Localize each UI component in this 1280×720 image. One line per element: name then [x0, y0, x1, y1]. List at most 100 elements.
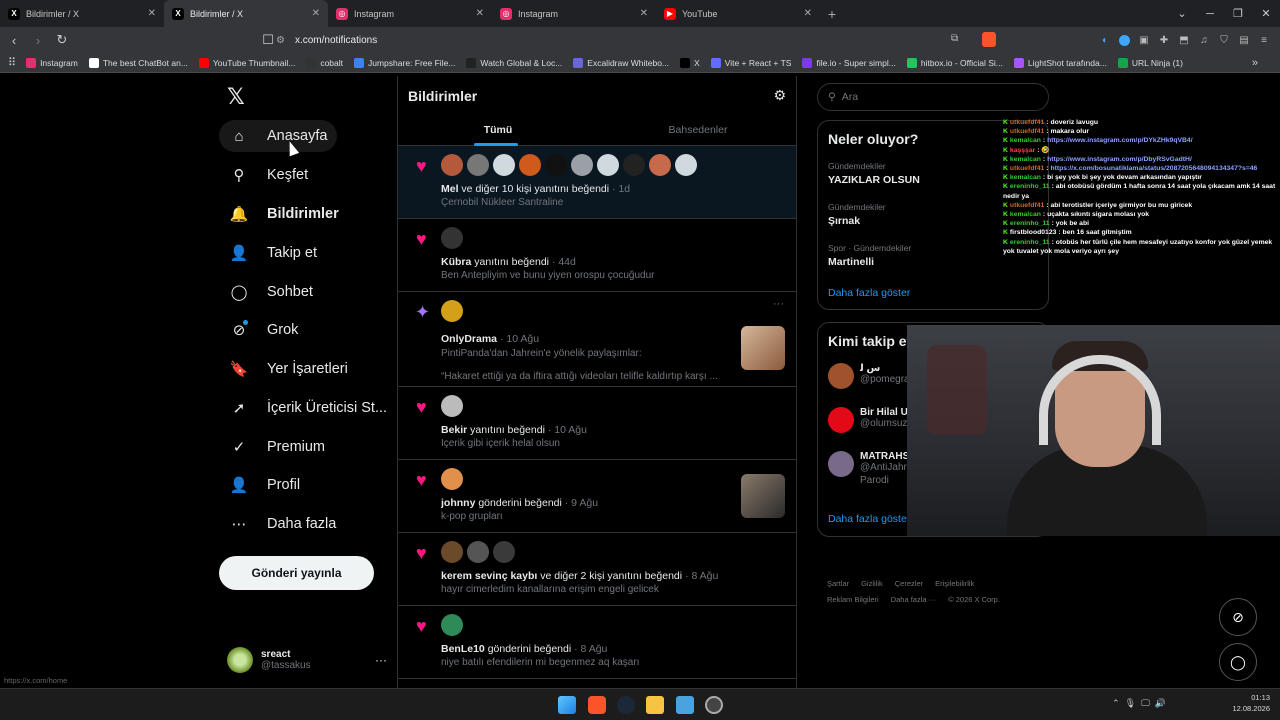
browser-tab[interactable]: ◎ Instagram ✕: [328, 0, 492, 27]
extension-save-icon[interactable]: ⬒: [1176, 32, 1192, 48]
brave-browser-icon[interactable]: [588, 696, 606, 714]
chat-text[interactable]: https://x.com/bosunatiklama/status/20872…: [1050, 165, 1257, 172]
bookmark-item[interactable]: Excalidraw Whitebo...: [573, 57, 669, 68]
browser-tab[interactable]: ▶ YouTube ✕: [656, 0, 820, 27]
actor-name[interactable]: Kübra: [441, 256, 471, 268]
sidebar-item-more-circle[interactable]: ⋯ Daha fazla: [219, 508, 346, 540]
notification-item[interactable]: ♥ Kübra yanıtını beğendi · 44d Ben Antepli…: [398, 219, 796, 292]
grok-fab-button[interactable]: ⊘: [1219, 598, 1257, 636]
forward-button[interactable]: ›: [28, 33, 48, 48]
address-bar[interactable]: ⚙ x.com/notifications: [276, 30, 974, 50]
minimize-button[interactable]: ─: [1196, 8, 1224, 20]
sidebar-item-chat[interactable]: ◯ Sohbet: [219, 276, 323, 308]
trend-item[interactable]: Gündemdekiler Şırnak: [828, 202, 886, 227]
close-tab-icon[interactable]: ✕: [476, 8, 484, 19]
back-button[interactable]: ‹: [4, 33, 24, 48]
extension-box-icon[interactable]: ▣: [1136, 32, 1152, 48]
avatar[interactable]: [828, 363, 854, 389]
bookmarks-overflow-icon[interactable]: »: [1252, 57, 1258, 69]
music-icon[interactable]: ♫: [1196, 32, 1212, 48]
follow-suggestion[interactable]: MATRAHS @AntiJahr Parodi: [828, 451, 909, 486]
actor-name[interactable]: kerem sevinç kaybı: [441, 570, 537, 582]
notification-item[interactable]: ♥ Mel ve diğer 10 kişi yanıtını beğendi ·…: [398, 146, 796, 219]
account-switcher[interactable]: sreact @tassakus ···: [227, 642, 387, 678]
close-tab-icon[interactable]: ✕: [640, 8, 648, 19]
tab-all[interactable]: Tümü: [398, 114, 598, 146]
footer-link[interactable]: Erişilebilirlik: [935, 579, 974, 588]
file-explorer-icon[interactable]: [646, 696, 664, 714]
sidebar-item-add-user[interactable]: 👤 Takip et: [219, 237, 327, 269]
vpn-icon[interactable]: ⛉: [1216, 32, 1232, 48]
avatar[interactable]: [441, 300, 463, 322]
footer-link[interactable]: Reklam Bilgileri: [827, 595, 879, 604]
wallet-icon[interactable]: ▤: [1236, 32, 1252, 48]
gear-icon[interactable]: ⚙: [773, 87, 786, 104]
close-tab-icon[interactable]: ✕: [804, 8, 812, 19]
app-icon[interactable]: [705, 696, 723, 714]
avatar[interactable]: [675, 154, 697, 176]
avatar[interactable]: [441, 468, 463, 490]
actor-name[interactable]: BenLe10: [441, 643, 485, 655]
audio-icon[interactable]: ◖: [1096, 32, 1112, 48]
avatar[interactable]: [441, 541, 463, 563]
avatar[interactable]: [571, 154, 593, 176]
chat-text[interactable]: https://www.instagram.com/p/DYkZHk9qVB4/: [1047, 137, 1193, 144]
sidebar-item-bell[interactable]: 🔔 Bildirimler: [219, 198, 349, 230]
bookmark-item[interactable]: URL Ninja (1): [1117, 57, 1183, 68]
sidebar-item-rocket[interactable]: ➚ İçerik Üreticisi St...: [219, 392, 397, 424]
browser-tab[interactable]: X Bildirimler / X ✕: [164, 0, 328, 27]
reload-button[interactable]: ↻: [52, 32, 72, 48]
notification-item[interactable]: ♥ BenLe10 gönderini beğendi · 8 Ağu niye b…: [398, 606, 796, 679]
avatar[interactable]: [493, 154, 515, 176]
more-icon[interactable]: ···: [375, 653, 387, 667]
notification-item[interactable]: ♥ Bekir yanıtını beğendi · 10 Ağu İçerik g…: [398, 387, 796, 460]
apps-grid-icon[interactable]: ⠿: [8, 56, 16, 69]
media-thumbnail[interactable]: [741, 326, 785, 370]
bookmark-item[interactable]: cobalt: [306, 57, 343, 68]
sidebar-item-home[interactable]: ⌂ Anasayfa: [219, 120, 338, 152]
brave-shields-icon[interactable]: [982, 32, 996, 47]
sidebar-item-bookmark[interactable]: 🔖 Yer İşaretleri: [219, 353, 358, 385]
footer-link[interactable]: Daha fazla ···: [891, 595, 936, 604]
follow-suggestion[interactable]: Bir Hilal U @olumsuz: [828, 407, 908, 433]
more-icon[interactable]: ···: [773, 298, 784, 310]
avatar[interactable]: [441, 395, 463, 417]
avatar[interactable]: [519, 154, 541, 176]
sidebar-item-profile[interactable]: 👤 Profil: [219, 469, 310, 501]
site-info-icon[interactable]: ⚙: [276, 35, 285, 46]
footer-link[interactable]: Çerezler: [895, 579, 923, 588]
avatar[interactable]: [467, 154, 489, 176]
avatar[interactable]: [467, 541, 489, 563]
trend-item[interactable]: Spor · Gündemdekiler Martinelli: [828, 243, 911, 268]
sidebar-item-search[interactable]: ⚲ Keşfet: [219, 159, 318, 191]
search-input[interactable]: ⚲ Ara: [817, 83, 1049, 111]
avatar[interactable]: [597, 154, 619, 176]
steam-icon[interactable]: [617, 696, 635, 714]
menu-icon[interactable]: ≡: [1256, 32, 1272, 48]
bookmark-item[interactable]: YouTube Thumbnail...: [198, 57, 295, 68]
bookmark-item[interactable]: The best ChatBot an...: [88, 57, 188, 68]
show-more-trends-link[interactable]: Daha fazla göster: [828, 287, 910, 299]
post-button[interactable]: Gönderi yayınla: [219, 556, 374, 590]
actor-name[interactable]: OnlyDrama: [441, 333, 497, 345]
trend-item[interactable]: Gündemdekiler YAZIKLAR OLSUN: [828, 161, 920, 186]
avatar[interactable]: [623, 154, 645, 176]
notification-item[interactable]: ✦ OnlyDrama · 10 Ağu PintiPanda'dan Jahrei…: [398, 292, 796, 387]
avatar[interactable]: [649, 154, 671, 176]
tab-mentions[interactable]: Bahsedenler: [598, 114, 796, 146]
close-tab-icon[interactable]: ✕: [148, 8, 156, 19]
notification-item[interactable]: ♥ johnny gönderini beğendi · 9 Ağu k-pop g…: [398, 460, 796, 533]
messages-fab-button[interactable]: ◯: [1219, 643, 1257, 681]
open-in-app-icon[interactable]: ⧉: [951, 33, 958, 44]
avatar[interactable]: [493, 541, 515, 563]
bookmark-item[interactable]: hitbox.io - Official Si...: [906, 57, 1003, 68]
bookmark-item[interactable]: X: [680, 57, 700, 68]
avatar[interactable]: [828, 407, 854, 433]
bookmark-item[interactable]: Jumpshare: Free File...: [354, 57, 455, 68]
browser-tab[interactable]: ◎ Instagram ✕: [492, 0, 656, 27]
new-tab-button[interactable]: +: [820, 6, 844, 22]
actor-name[interactable]: Mel: [441, 183, 459, 195]
show-more-who-link[interactable]: Daha fazla göster: [828, 513, 910, 525]
avatar[interactable]: [828, 451, 854, 477]
tab-search-icon[interactable]: ⌄: [1168, 7, 1196, 20]
